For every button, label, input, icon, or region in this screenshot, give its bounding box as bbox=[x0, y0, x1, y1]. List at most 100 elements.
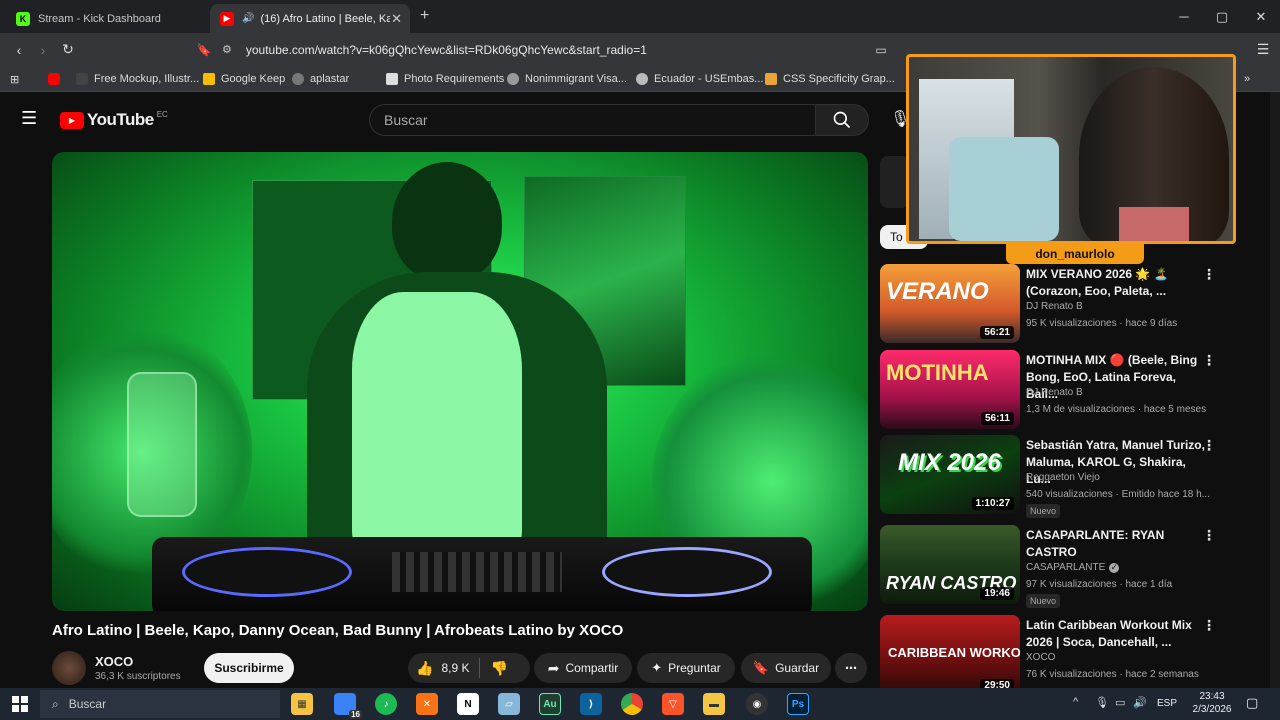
youtube-logo[interactable]: ▶ YouTube EC bbox=[60, 110, 168, 130]
search-button[interactable] bbox=[815, 104, 869, 136]
channel-avatar[interactable] bbox=[52, 651, 86, 685]
search-input[interactable]: Buscar bbox=[369, 104, 815, 136]
bookmark-visa[interactable]: Nonimmigrant Visa... bbox=[507, 70, 627, 88]
kick-icon: K bbox=[16, 11, 30, 26]
recommendation-thumbnail[interactable]: CARIBBEAN WORKOUT 29:50 bbox=[880, 615, 1020, 688]
close-tab-icon[interactable]: ✕ bbox=[391, 11, 402, 27]
recommendation-channel[interactable]: CASAPARLANTE ✓ bbox=[1026, 562, 1120, 573]
editor-icon[interactable]: ▱ bbox=[498, 693, 520, 715]
share-button[interactable]: ➦ Compartir bbox=[534, 653, 632, 683]
photoshop-icon[interactable]: Ps bbox=[787, 693, 809, 715]
recommendation-channel[interactable]: XOCO bbox=[1026, 652, 1055, 663]
bookmark-youtube[interactable] bbox=[48, 70, 66, 88]
clock-time: 23:43 bbox=[1199, 691, 1225, 702]
like-count[interactable]: 8,9 K bbox=[441, 661, 469, 675]
new-badge: Nuevo bbox=[1026, 594, 1061, 608]
tray-chevron-icon[interactable]: ^ bbox=[1073, 696, 1078, 708]
recommendation-title[interactable]: CASAPARLANTE: RYAN CASTRO bbox=[1026, 527, 1206, 561]
recommendation-item[interactable]: VERANO 56:21 MIX VERANO 2026 🌟 🏝️ (Coraz… bbox=[880, 264, 1220, 344]
apps-icon[interactable]: ⊞ bbox=[10, 70, 19, 88]
file-explorer-icon[interactable]: ▬ bbox=[703, 693, 725, 715]
clock[interactable]: 23:43 2/3/2026 bbox=[1190, 690, 1234, 716]
bookmark-css[interactable]: CSS Specificity Grap... bbox=[765, 70, 895, 88]
hamburger-menu-icon[interactable]: ☰ bbox=[21, 108, 37, 129]
logo-text: YouTube bbox=[87, 110, 154, 129]
save-button[interactable]: 🔖 Guardar bbox=[741, 653, 831, 683]
save-icon: 🔖 bbox=[752, 660, 770, 675]
volume-icon[interactable]: 🔊 bbox=[1133, 696, 1147, 709]
recommendation-thumbnail[interactable]: VERANO 56:21 bbox=[880, 264, 1020, 343]
reload-icon[interactable]: ↻ bbox=[55, 33, 81, 66]
notifications-icon[interactable]: ▢ bbox=[1246, 695, 1258, 711]
seal-icon bbox=[507, 73, 519, 85]
obs-icon[interactable]: ◉ bbox=[746, 693, 768, 715]
recommendation-channel[interactable]: Reggaeton Viejo bbox=[1026, 472, 1100, 483]
webcam-username: don_maurlolo bbox=[1006, 244, 1144, 264]
thumb-text: VERANO bbox=[886, 278, 989, 305]
bookmark-ecuador[interactable]: Ecuador - USEmbas... bbox=[636, 70, 763, 88]
recommendation-channel[interactable]: DJ Renato B bbox=[1026, 387, 1083, 398]
recommendation-thumbnail[interactable]: MIX 2026 1:10:27 bbox=[880, 435, 1020, 514]
menu-icon[interactable]: ☰ bbox=[1250, 33, 1276, 66]
chip-label: To bbox=[890, 230, 903, 244]
forward-icon[interactable]: › bbox=[30, 33, 56, 66]
windows-start-icon[interactable] bbox=[12, 696, 28, 712]
address-bar[interactable]: ⚙ youtube.com/watch?v=k06gQhcYewc&list=R… bbox=[222, 37, 862, 62]
outlook-icon[interactable]: 16 bbox=[334, 693, 362, 719]
more-options-icon[interactable]: ⋮ bbox=[1202, 437, 1216, 454]
spotify-icon[interactable]: ♪ bbox=[375, 693, 397, 715]
recommendation-item[interactable]: CARIBBEAN WORKOUT 29:50 Latin Caribbean … bbox=[880, 615, 1220, 688]
tab-youtube[interactable]: ▶ 🔊 (16) Afro Latino | Beele, Kapo... ✕ bbox=[210, 4, 410, 33]
recommendation-thumbnail[interactable]: MOTINHA 56:11 bbox=[880, 350, 1020, 429]
xampp-icon[interactable]: ✕ bbox=[416, 693, 438, 715]
recommendation-item[interactable]: RYAN CASTRO 19:46 CASAPARLANTE: RYAN CAS… bbox=[880, 525, 1220, 608]
more-bookmarks-icon[interactable]: » bbox=[1244, 70, 1250, 88]
brave-icon[interactable]: ▽ bbox=[662, 693, 684, 715]
bookmark-keep[interactable]: Google Keep bbox=[203, 70, 285, 88]
recommendation-title[interactable]: MIX VERANO 2026 🌟 🏝️ (Corazon, Eoo, Pale… bbox=[1026, 266, 1206, 300]
maximize-button[interactable]: ▢ bbox=[1203, 0, 1241, 33]
dislike-icon[interactable]: 👎 bbox=[490, 660, 507, 677]
vscode-icon[interactable]: ⟩ bbox=[580, 693, 602, 715]
more-options-icon[interactable]: ⋮ bbox=[1202, 352, 1216, 369]
ask-label: Preguntar bbox=[668, 661, 721, 675]
bookmark-aplastar[interactable]: aplastar bbox=[292, 70, 349, 88]
like-icon[interactable]: 👍 bbox=[416, 660, 433, 677]
chrome-icon[interactable] bbox=[621, 693, 643, 715]
bookmark-label: Photo Requirements bbox=[404, 73, 505, 85]
recommendation-thumbnail[interactable]: RYAN CASTRO 19:46 bbox=[880, 525, 1020, 604]
microphone-tray-icon[interactable]: 🎙 bbox=[1095, 696, 1109, 709]
duration-badge: 56:21 bbox=[980, 326, 1014, 339]
recommendation-item[interactable]: MOTINHA 56:11 MOTINHA MIX 🔴 (Beele, Bing… bbox=[880, 350, 1220, 430]
bookmark-mockup[interactable]: Free Mockup, Illustr... bbox=[76, 70, 199, 88]
more-options-icon[interactable]: ⋮ bbox=[1202, 266, 1216, 283]
more-options-icon[interactable]: ⋮ bbox=[1202, 617, 1216, 634]
video-player[interactable] bbox=[52, 152, 868, 611]
back-icon[interactable]: ‹ bbox=[6, 33, 32, 66]
store-icon[interactable]: ▦ bbox=[291, 693, 313, 715]
bookmark-photo[interactable]: Photo Requirements bbox=[386, 70, 504, 88]
page-scrollbar[interactable] bbox=[1270, 92, 1280, 688]
recommendation-channel[interactable]: DJ Renato B bbox=[1026, 301, 1083, 312]
cast-icon[interactable]: ▭ bbox=[868, 33, 894, 66]
channel-name[interactable]: XOCO bbox=[95, 654, 133, 669]
language-indicator[interactable]: ESP bbox=[1157, 698, 1177, 709]
close-window-button[interactable]: ✕ bbox=[1242, 0, 1280, 33]
recommendation-title[interactable]: Latin Caribbean Workout Mix 2026 | Soca,… bbox=[1026, 617, 1206, 651]
more-actions-button[interactable]: ⋯ bbox=[835, 653, 867, 683]
new-tab-button[interactable]: + bbox=[420, 7, 429, 25]
tab-kick-dashboard[interactable]: K Stream - Kick Dashboard bbox=[6, 4, 206, 33]
thumb-text: MIX 2026 bbox=[898, 449, 1001, 476]
bookmark-icon[interactable]: 🔖 bbox=[191, 33, 217, 66]
ask-button[interactable]: ✦ Preguntar bbox=[637, 653, 735, 683]
network-icon[interactable]: ▭ bbox=[1115, 696, 1125, 709]
site-info-icon[interactable]: ⚙ bbox=[222, 43, 232, 56]
taskbar-search[interactable]: ⌕ Buscar bbox=[40, 690, 280, 718]
audition-icon[interactable]: Au bbox=[539, 693, 561, 715]
search-icon: ⌕ bbox=[52, 696, 59, 711]
more-options-icon[interactable]: ⋮ bbox=[1202, 527, 1216, 544]
minimize-button[interactable]: ─ bbox=[1165, 0, 1203, 33]
notion-icon[interactable]: N bbox=[457, 693, 479, 715]
subscribe-button[interactable]: Suscribirme bbox=[204, 653, 294, 683]
recommendation-item[interactable]: MIX 2026 1:10:27 Sebastián Yatra, Manuel… bbox=[880, 435, 1220, 518]
